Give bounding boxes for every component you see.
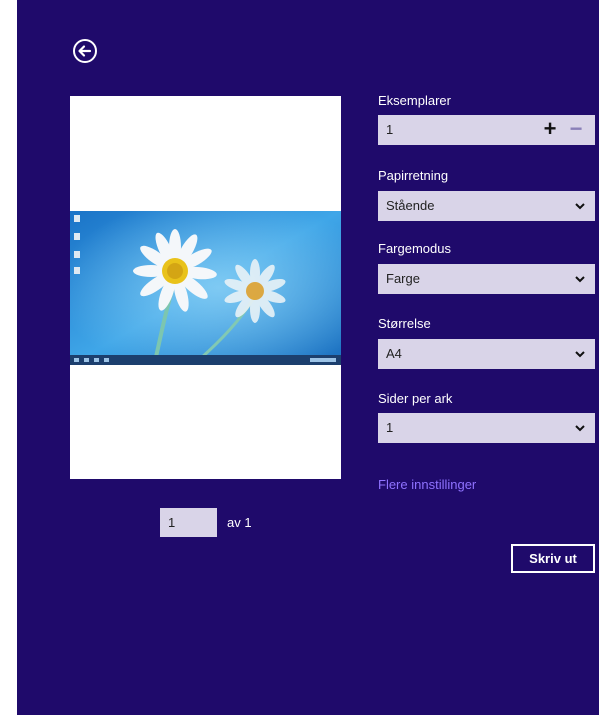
copies-stepper[interactable]: 1 + − [378, 115, 595, 145]
pages-per-sheet-select[interactable]: 1 [378, 413, 595, 443]
decrement-button[interactable]: − [565, 115, 587, 145]
copies-value: 1 [386, 122, 394, 137]
back-button[interactable] [72, 38, 98, 64]
page-number-input[interactable]: 1 [160, 508, 217, 537]
chevron-down-icon [575, 351, 585, 358]
pages-per-sheet-value: 1 [386, 420, 394, 435]
orientation-label: Papirretning [378, 168, 449, 183]
orientation-select[interactable]: Stående [378, 191, 595, 221]
copies-label: Eksemplarer [378, 93, 451, 108]
color-mode-value: Farge [386, 271, 420, 286]
pages-per-sheet-label: Sider per ark [378, 391, 453, 406]
chevron-down-icon [575, 276, 585, 283]
back-arrow-icon [73, 39, 97, 63]
orientation-value: Stående [386, 198, 435, 213]
size-label: Størrelse [378, 316, 431, 331]
print-button[interactable]: Skriv ut [511, 544, 595, 573]
color-mode-label: Fargemodus [378, 241, 451, 256]
increment-button[interactable]: + [539, 115, 561, 145]
print-preview-page [70, 96, 341, 479]
page-number-value: 1 [168, 515, 176, 530]
chevron-down-icon [575, 425, 585, 432]
more-settings-link[interactable]: Flere innstillinger [378, 477, 476, 492]
size-value: A4 [386, 346, 402, 361]
page-count-label: av 1 [227, 515, 252, 530]
print-panel: 1 av 1 Eksemplarer 1 + − Papirretning St… [17, 0, 599, 715]
size-select[interactable]: A4 [378, 339, 595, 369]
chevron-down-icon [575, 203, 585, 210]
preview-screenshot-image [70, 211, 341, 365]
color-mode-select[interactable]: Farge [378, 264, 595, 294]
